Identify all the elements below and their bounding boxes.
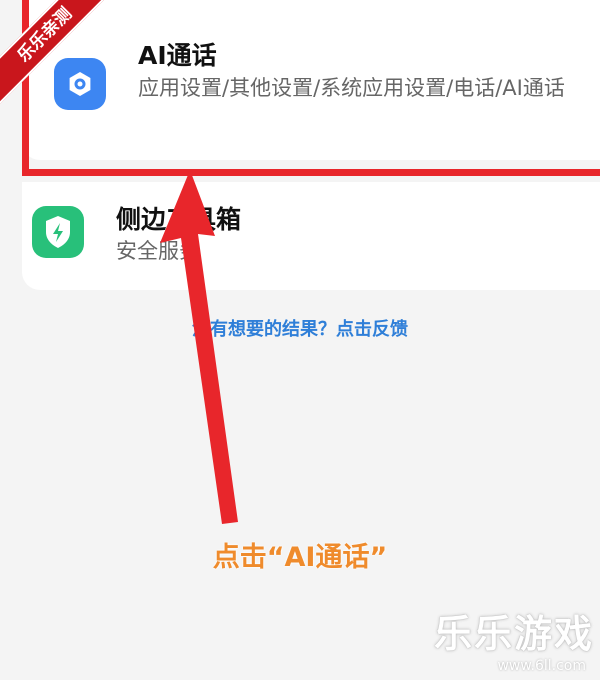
instruction-caption: 点击“AI通话” [212,542,388,573]
pointer-arrow-icon [160,170,238,524]
watermark-brand: 乐乐游戏 [433,612,594,656]
watermark-url: www.6ll.com [497,658,586,674]
